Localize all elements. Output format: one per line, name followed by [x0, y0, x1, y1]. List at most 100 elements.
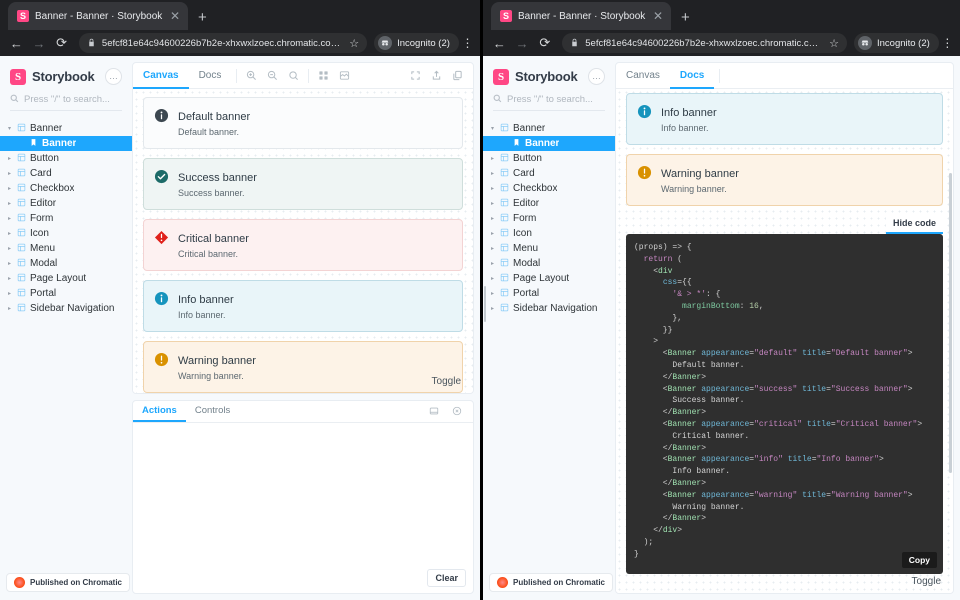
tab-actions[interactable]: Actions [133, 400, 186, 423]
expand-caret-icon[interactable]: ▸ [489, 276, 496, 282]
sidebar-item-checkbox[interactable]: ▸ Checkbox [483, 181, 615, 196]
sidebar-brand[interactable]: S Storybook … [0, 56, 132, 94]
hide-code-button[interactable]: Hide code [885, 215, 943, 234]
profile-chip[interactable]: Incognito (2) [853, 33, 939, 53]
expand-caret-icon[interactable]: ▸ [6, 276, 13, 282]
expand-caret-icon[interactable]: ▾ [6, 126, 13, 132]
close-tab-icon[interactable]: ✕ [653, 10, 663, 22]
published-on-chromatic-badge[interactable]: Published on Chromatic [489, 573, 614, 592]
expand-caret-icon[interactable]: ▸ [6, 246, 13, 252]
bookmark-star-icon[interactable]: ☆ [829, 37, 839, 50]
expand-caret-icon[interactable]: ▸ [6, 291, 13, 297]
zoom-reset-icon[interactable] [284, 66, 303, 85]
sidebar-item-checkbox[interactable]: ▸ Checkbox [0, 181, 132, 196]
expand-caret-icon[interactable]: ▸ [6, 216, 13, 222]
share-icon[interactable] [427, 66, 446, 85]
tab-docs[interactable]: Docs [669, 63, 715, 89]
browser-menu-icon[interactable]: ⋮ [941, 36, 954, 50]
expand-caret-icon[interactable]: ▸ [6, 306, 13, 312]
sidebar-scrollbar[interactable] [483, 56, 487, 600]
address-bar[interactable]: 5efcf81e64c94600226b7b2e-xhxwxlzoec.chro… [78, 33, 368, 53]
sidebar-item-sidebar-navigation[interactable]: ▸ Sidebar Navigation [0, 301, 132, 316]
expand-caret-icon[interactable]: ▸ [489, 156, 496, 162]
clear-button[interactable]: Clear [427, 569, 466, 587]
sidebar-menu-button[interactable]: … [105, 68, 122, 85]
zoom-in-icon[interactable] [242, 66, 261, 85]
sidebar-item-banner[interactable]: ▾ Banner [0, 121, 132, 136]
expand-caret-icon[interactable]: ▸ [489, 216, 496, 222]
new-tab-icon[interactable]: + [198, 9, 207, 26]
sidebar-item-icon[interactable]: ▸ Icon [483, 226, 615, 241]
expand-caret-icon[interactable]: ▸ [489, 201, 496, 207]
reload-icon[interactable]: ⟳ [51, 32, 72, 54]
close-addon-icon[interactable] [447, 402, 466, 421]
search-input[interactable]: Press "/" to search... [10, 94, 122, 111]
expand-caret-icon[interactable]: ▾ [489, 126, 496, 132]
expand-caret-icon[interactable]: ▸ [6, 201, 13, 207]
sidebar-item-banner[interactable]: ▾ Banner [483, 121, 615, 136]
expand-caret-icon[interactable]: ▸ [6, 186, 13, 192]
sidebar-item-form[interactable]: ▸ Form [483, 211, 615, 226]
sidebar-item-menu[interactable]: ▸ Menu [483, 241, 615, 256]
sidebar-item-page-layout[interactable]: ▸ Page Layout [0, 271, 132, 286]
expand-caret-icon[interactable]: ▸ [489, 231, 496, 237]
bookmark-star-icon[interactable]: ☆ [349, 37, 359, 50]
close-tab-icon[interactable]: ✕ [170, 10, 180, 22]
sidebar-item-editor[interactable]: ▸ Editor [483, 196, 615, 211]
toggle-link-right[interactable]: Toggle [912, 576, 941, 587]
expand-caret-icon[interactable]: ▸ [489, 261, 496, 267]
dock-bottom-icon[interactable] [424, 402, 443, 421]
expand-caret-icon[interactable]: ▸ [6, 261, 13, 267]
fullscreen-icon[interactable] [406, 66, 425, 85]
expand-caret-icon[interactable]: ▸ [489, 171, 496, 177]
sidebar-item-banner[interactable]: Banner [0, 136, 132, 151]
sidebar-item-banner[interactable]: Banner [483, 136, 615, 151]
sidebar-item-button[interactable]: ▸ Button [0, 151, 132, 166]
reload-icon[interactable]: ⟳ [535, 32, 556, 54]
docs-scrollbar[interactable] [948, 93, 953, 589]
expand-caret-icon[interactable]: ▸ [489, 306, 496, 312]
tab-docs[interactable]: Docs [189, 63, 232, 89]
tab-canvas[interactable]: Canvas [616, 63, 670, 89]
new-tab-icon[interactable]: + [681, 9, 690, 26]
sidebar-item-form[interactable]: ▸ Form [0, 211, 132, 226]
expand-caret-icon[interactable]: ▸ [6, 231, 13, 237]
tab-controls[interactable]: Controls [186, 400, 239, 422]
sidebar-menu-button[interactable]: … [588, 68, 605, 85]
address-bar[interactable]: 5efcf81e64c94600226b7b2e-xhxwxlzoec.chro… [562, 33, 847, 53]
back-icon[interactable]: ← [6, 32, 27, 54]
published-on-chromatic-badge[interactable]: Published on Chromatic [6, 573, 131, 592]
sidebar-item-portal[interactable]: ▸ Portal [0, 286, 132, 301]
tab-canvas[interactable]: Canvas [133, 63, 189, 89]
browser-tab[interactable]: S Banner - Banner · Storybook ✕ [491, 2, 671, 30]
sidebar-item-editor[interactable]: ▸ Editor [0, 196, 132, 211]
profile-chip[interactable]: Incognito (2) [374, 33, 459, 53]
sidebar-item-card[interactable]: ▸ Card [483, 166, 615, 181]
sidebar-item-modal[interactable]: ▸ Modal [483, 256, 615, 271]
background-icon[interactable] [335, 66, 354, 85]
expand-caret-icon[interactable]: ▸ [6, 171, 13, 177]
sidebar-item-sidebar-navigation[interactable]: ▸ Sidebar Navigation [483, 301, 615, 316]
grid-icon[interactable] [314, 66, 333, 85]
back-icon[interactable]: ← [489, 32, 510, 54]
sidebar-item-page-layout[interactable]: ▸ Page Layout [483, 271, 615, 286]
sidebar-item-portal[interactable]: ▸ Portal [483, 286, 615, 301]
browser-tab[interactable]: S Banner - Banner · Storybook ✕ [8, 2, 188, 30]
sidebar-item-icon[interactable]: ▸ Icon [0, 226, 132, 241]
expand-caret-icon[interactable]: ▸ [489, 246, 496, 252]
sidebar-item-button[interactable]: ▸ Button [483, 151, 615, 166]
browser-menu-icon[interactable]: ⋮ [461, 36, 474, 50]
sidebar-item-modal[interactable]: ▸ Modal [0, 256, 132, 271]
code-content[interactable]: (props) => { return ( <div css={{ '& > *… [634, 242, 933, 561]
toggle-link-left[interactable]: Toggle [432, 376, 461, 387]
copy-link-icon[interactable] [448, 66, 467, 85]
zoom-out-icon[interactable] [263, 66, 282, 85]
sidebar-item-card[interactable]: ▸ Card [0, 166, 132, 181]
sidebar-item-menu[interactable]: ▸ Menu [0, 241, 132, 256]
forward-icon[interactable]: → [512, 32, 533, 54]
expand-caret-icon[interactable]: ▸ [6, 156, 13, 162]
forward-icon[interactable]: → [29, 32, 50, 54]
expand-caret-icon[interactable]: ▸ [489, 291, 496, 297]
sidebar-brand[interactable]: S Storybook … [483, 56, 615, 94]
search-input[interactable]: Press "/" to search... [493, 94, 605, 111]
